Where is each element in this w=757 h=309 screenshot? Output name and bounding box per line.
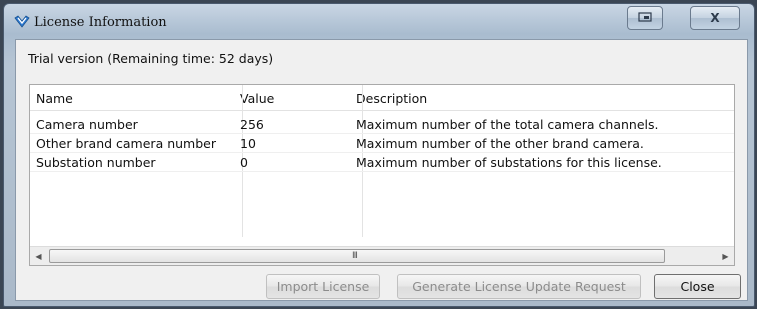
column-header-name[interactable]: Name [32,88,232,110]
arrow-right-icon[interactable]: ▶ [717,247,734,265]
title-bar[interactable]: License Information X [4,4,754,38]
window-close-button[interactable]: X [690,6,740,30]
restore-button[interactable] [627,6,663,30]
scrollbar-thumb[interactable]: III [49,249,665,263]
row-value: 0 [240,155,248,170]
table-header: Name Value Description [30,85,734,111]
dialog-body: Trial version (Remaining time: 52 days) … [15,39,748,301]
table-row[interactable]: Other brand camera number 10 Maximum num… [30,134,734,153]
table-row[interactable]: Substation number 0 Maximum number of su… [30,153,734,172]
restore-icon [638,11,652,25]
license-table: Name Value Description Camera number 256… [29,84,735,266]
trial-status-text: Trial version (Remaining time: 52 days) [28,51,274,66]
row-description: Maximum number of the total camera chann… [356,117,659,132]
table-row[interactable]: Camera number 256 Maximum number of the … [30,115,734,134]
license-window: License Information X Trial version (Rem… [3,3,755,307]
column-header-value[interactable]: Value [236,88,348,110]
window-title: License Information [34,15,167,30]
import-license-button[interactable]: Import License [266,274,380,299]
generate-update-request-button[interactable]: Generate License Update Request [397,274,641,299]
column-header-description[interactable]: Description [352,88,734,110]
horizontal-scrollbar[interactable]: ◀ III ▶ [30,246,734,265]
app-logo-icon [14,15,30,29]
arrow-left-icon[interactable]: ◀ [30,247,47,265]
row-value: 256 [240,117,264,132]
close-button[interactable]: Close [654,274,741,299]
row-description: Maximum number of substations for this l… [356,155,662,170]
row-name: Camera number [36,117,138,132]
close-icon: X [710,11,720,25]
row-name: Other brand camera number [36,136,216,151]
row-name: Substation number [36,155,156,170]
row-description: Maximum number of the other brand camera… [356,136,644,151]
row-value: 10 [240,136,256,151]
scrollbar-grip: III [352,251,358,261]
